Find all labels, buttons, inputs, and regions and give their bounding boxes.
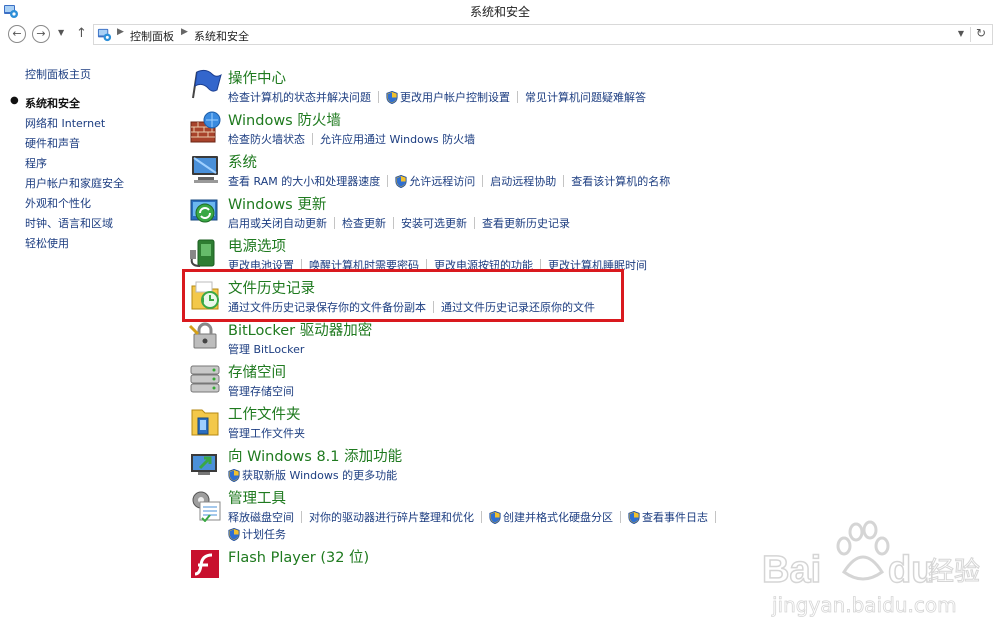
add-features-icon[interactable] <box>188 446 222 480</box>
task-link[interactable]: 常见计算机问题疑难解答 <box>525 89 646 105</box>
link-separator <box>301 511 302 523</box>
category-title-link[interactable]: 工作文件夹 <box>228 403 301 424</box>
category-task-links: 获取新版 Windows 的更多功能 <box>228 467 397 483</box>
firewall-icon[interactable] <box>188 110 222 144</box>
category-task-links: 查看 RAM 的大小和处理器速度 允许远程访问 启动远程协助 查看该计算机的名称 <box>228 173 670 189</box>
uac-shield-icon <box>395 174 407 188</box>
watermark-url: jingyan.baidu.com <box>771 593 957 617</box>
task-link[interactable]: 检查更新 <box>342 215 386 231</box>
category-title-link[interactable]: 系统 <box>228 151 257 172</box>
task-link[interactable]: 释放磁盘空间 <box>228 509 294 525</box>
category-task-links: 检查计算机的状态并解决问题 更改用户帐户控制设置 常见计算机问题疑难解答 <box>228 89 646 105</box>
category-item: Windows 更新 启用或关闭自动更新 检查更新 安装可选更新 查看更新历史记录 <box>188 194 908 236</box>
task-link[interactable]: 允许远程访问 <box>409 173 475 189</box>
task-link[interactable]: 检查计算机的状态并解决问题 <box>228 89 371 105</box>
link-separator <box>312 133 313 145</box>
system-computer-icon[interactable] <box>188 152 222 186</box>
uac-shield-icon <box>628 510 640 524</box>
power-options-icon[interactable] <box>188 236 222 270</box>
category-title-link[interactable]: 电源选项 <box>228 235 286 256</box>
work-folders-icon[interactable] <box>188 404 222 438</box>
task-link[interactable]: 启动远程协助 <box>490 173 556 189</box>
task-link[interactable]: 计划任务 <box>242 526 286 542</box>
storage-spaces-icon[interactable] <box>188 362 222 396</box>
link-separator <box>387 175 389 187</box>
task-link[interactable]: 获取新版 Windows 的更多功能 <box>242 467 397 483</box>
link-separator <box>620 511 621 523</box>
link-separator <box>715 511 716 523</box>
action-center-flag-icon[interactable] <box>188 68 222 102</box>
task-link[interactable]: 查看 RAM 的大小和处理器速度 <box>228 173 380 189</box>
category-title-link[interactable]: 向 Windows 8.1 添加功能 <box>228 445 402 466</box>
uac-shield-icon <box>386 90 398 104</box>
category-task-links: 管理 BitLocker <box>228 341 304 357</box>
link-separator <box>474 217 475 229</box>
task-link[interactable]: 查看事件日志 <box>642 509 708 525</box>
flash-player-icon[interactable] <box>188 547 222 581</box>
category-task-links: 计划任务 <box>228 526 286 542</box>
bitlocker-icon[interactable] <box>188 320 222 354</box>
category-task-links: 启用或关闭自动更新 检查更新 安装可选更新 查看更新历史记录 <box>228 215 570 231</box>
category-item: 向 Windows 8.1 添加功能 获取新版 Windows 的更多功能 <box>188 446 908 488</box>
task-link[interactable]: 查看该计算机的名称 <box>571 173 670 189</box>
category-item: BitLocker 驱动器加密 管理 BitLocker <box>188 320 908 362</box>
uac-shield-icon <box>489 510 501 524</box>
category-item: 操作中心 检查计算机的状态并解决问题 更改用户帐户控制设置 常见计算机问题疑难解答 <box>188 68 908 110</box>
link-separator <box>378 91 379 103</box>
uac-shield-icon <box>228 468 240 482</box>
task-link[interactable]: 查看更新历史记录 <box>482 215 570 231</box>
link-separator <box>517 91 518 103</box>
task-link[interactable]: 管理存储空间 <box>228 383 294 399</box>
task-link[interactable]: 对你的驱动器进行碎片整理和优化 <box>309 509 474 525</box>
category-item: 工作文件夹 管理工作文件夹 <box>188 404 908 446</box>
watermark-logo-text: Bai <box>762 549 821 591</box>
task-link[interactable]: 允许应用通过 Windows 防火墙 <box>320 131 475 147</box>
category-item: Windows 防火墙 检查防火墙状态 允许应用通过 Windows 防火墙 <box>188 110 908 152</box>
category-item: 系统 查看 RAM 的大小和处理器速度 允许远程访问 启动远程协助 查看该计算机的名称 <box>188 152 908 194</box>
watermark-cn-text: 经验 <box>928 557 980 587</box>
link-separator <box>481 511 482 523</box>
baidu-watermark-logo: Bai du 经验 jingyan.baidu.com <box>761 520 981 617</box>
task-link[interactable]: 管理 BitLocker <box>228 341 304 357</box>
category-task-links: 检查防火墙状态 允许应用通过 Windows 防火墙 <box>228 131 475 147</box>
task-link[interactable]: 更改用户帐户控制设置 <box>400 89 510 105</box>
category-title-link[interactable]: Flash Player (32 位) <box>228 546 369 567</box>
task-link[interactable]: 检查防火墙状态 <box>228 131 305 147</box>
link-separator <box>334 217 335 229</box>
task-link[interactable]: 创建并格式化硬盘分区 <box>503 509 613 525</box>
admin-tools-icon[interactable] <box>188 488 222 522</box>
category-item: 存储空间 管理存储空间 <box>188 362 908 404</box>
windows-update-icon[interactable] <box>188 194 222 228</box>
link-separator <box>563 175 565 187</box>
category-task-links: 管理工作文件夹 <box>228 425 305 441</box>
category-title-link[interactable]: BitLocker 驱动器加密 <box>228 319 372 340</box>
category-title-link[interactable]: 管理工具 <box>228 487 286 508</box>
link-separator <box>482 175 484 187</box>
category-title-link[interactable]: Windows 更新 <box>228 193 326 214</box>
category-task-links: 释放磁盘空间 对你的驱动器进行碎片整理和优化 创建并格式化硬盘分区 查看事件日志 <box>228 509 723 525</box>
link-separator <box>393 217 394 229</box>
category-title-link[interactable]: 存储空间 <box>228 361 286 382</box>
category-task-links: 管理存储空间 <box>228 383 294 399</box>
highlight-box <box>182 269 624 322</box>
uac-shield-icon <box>228 527 240 541</box>
category-title-link[interactable]: Windows 防火墙 <box>228 109 341 130</box>
task-link[interactable]: 安装可选更新 <box>401 215 467 231</box>
task-link[interactable]: 管理工作文件夹 <box>228 425 305 441</box>
category-title-link[interactable]: 操作中心 <box>228 67 286 88</box>
task-link[interactable]: 启用或关闭自动更新 <box>228 215 327 231</box>
